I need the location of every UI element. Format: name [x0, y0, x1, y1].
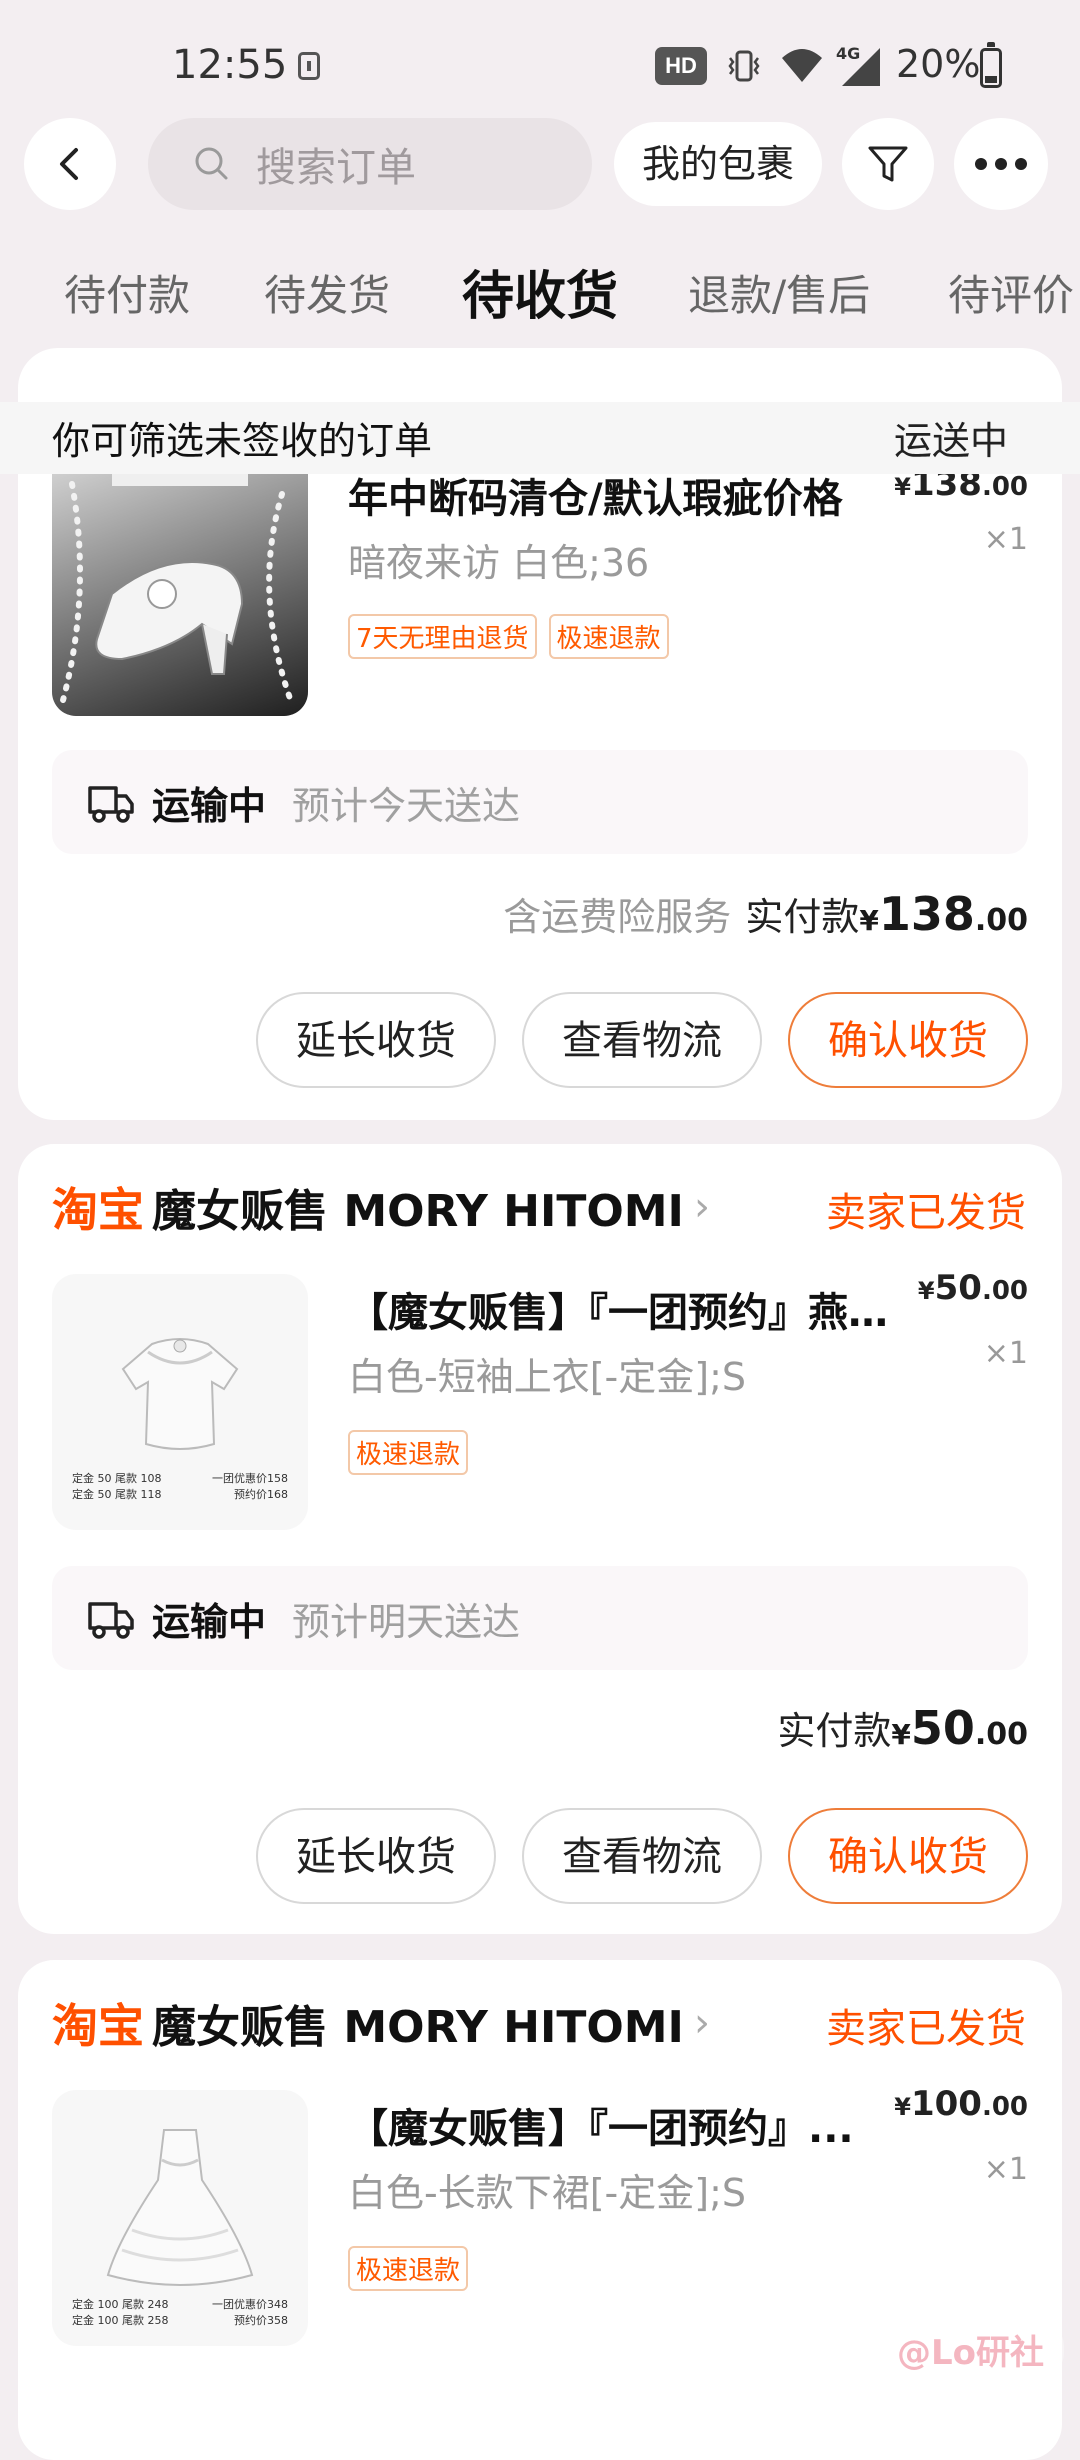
- shop-name: 魔女贩售 MORY HITOMI: [152, 2002, 684, 2053]
- hd-badge: HD: [655, 47, 707, 85]
- service-tags: 极速退款: [348, 2246, 469, 2291]
- network-type: 4G: [836, 44, 861, 63]
- paid-amount: 50: [910, 1701, 975, 1755]
- back-arrow-icon: [60, 148, 78, 180]
- service-tags: 极速退款: [348, 1430, 469, 1475]
- product-title[interactable]: 【魔女贩售】『一团预约』燕...: [348, 1280, 888, 1338]
- product-spec: 暗夜来访 白色;36: [348, 541, 650, 585]
- taobao-logo: 淘宝: [52, 1183, 144, 1237]
- shipping-status: 运输中: [152, 1599, 267, 1644]
- product-thumbnail[interactable]: 定金 50 尾款 108 定金 50 尾款 118 一团优惠价158 预约价16…: [52, 1274, 308, 1530]
- tag-fast-refund: 极速退款: [548, 614, 669, 659]
- order-tabs: 待付款 待发货 待收货 退款/售后 待评价: [0, 262, 1080, 342]
- clock: 12:55: [172, 42, 288, 88]
- insurance-note: 含运费险服务: [503, 895, 732, 939]
- order-status: 卖家已发货: [826, 1190, 1026, 1236]
- order-actions: 延长收货 查看物流 确认收货: [256, 992, 1028, 1088]
- truck-icon: [88, 786, 134, 823]
- tab-pending-receipt[interactable]: 待收货: [462, 254, 618, 329]
- panel-top: [18, 348, 1062, 408]
- payment-row: 实付款 ¥ 50 .00: [777, 1701, 1028, 1755]
- confirm-receipt-button[interactable]: 确认收货: [788, 992, 1028, 1088]
- chevron-right-icon: ›: [693, 1184, 710, 1230]
- shipping-eta: 预计今天送达: [292, 783, 521, 828]
- my-packages-button[interactable]: 我的包裹: [614, 122, 822, 206]
- product-title[interactable]: 年中断码清仓/默认瑕疵价格: [348, 466, 868, 524]
- product-price: ¥100.00: [894, 2084, 1028, 2124]
- shop-header[interactable]: 淘宝 魔女贩售 MORY HITOMI ›: [52, 1988, 710, 2058]
- search-input[interactable]: 搜索订单: [148, 118, 592, 210]
- search-icon: [195, 147, 228, 180]
- more-dots-icon: [975, 158, 1027, 170]
- paid-label: 实付款: [777, 1709, 892, 1753]
- tab-pending-review[interactable]: 待评价: [948, 262, 1074, 323]
- order-card: 淘宝 魔女贩售 MORY HITOMI › 卖家已发货 定金 50 尾款 108…: [18, 1144, 1062, 1934]
- tab-refund-aftersales[interactable]: 退款/售后: [688, 262, 870, 323]
- search-placeholder: 搜索订单: [256, 145, 416, 191]
- in-transit-filter[interactable]: 运送中: [894, 410, 1008, 465]
- shipping-status-box[interactable]: 运输中 预计明天送达: [52, 1566, 1028, 1670]
- paid-amount: 138: [878, 887, 975, 941]
- order-actions: 延长收货 查看物流 确认收货: [256, 1808, 1028, 1904]
- filter-hint-bar: 你可筛选未签收的订单 运送中: [0, 402, 1080, 474]
- product-title[interactable]: 【魔女贩售】『一团预约』...: [348, 2096, 868, 2154]
- shipping-eta: 预计明天送达: [292, 1599, 521, 1644]
- payment-row: 含运费险服务 实付款 ¥ 138 .00: [503, 887, 1028, 941]
- extend-receipt-button[interactable]: 延长收货: [256, 1808, 496, 1904]
- tab-pending-shipment[interactable]: 待发货: [264, 262, 390, 323]
- battery-percent: 20%: [896, 42, 981, 86]
- product-quantity: ×1: [983, 1336, 1028, 1371]
- product-quantity: ×1: [983, 522, 1028, 557]
- service-tags: 7天无理由退货 极速退款: [348, 614, 669, 659]
- shop-header[interactable]: 淘宝 魔女贩售 MORY HITOMI ›: [52, 1172, 710, 1242]
- back-button[interactable]: [24, 118, 116, 210]
- order-status: 卖家已发货: [826, 2006, 1026, 2052]
- filter-hint-text: 你可筛选未签收的订单: [52, 419, 433, 463]
- confirm-receipt-button[interactable]: 确认收货: [788, 1808, 1028, 1904]
- product-thumbnail[interactable]: [52, 474, 308, 716]
- filter-icon: [868, 146, 908, 182]
- extend-receipt-button[interactable]: 延长收货: [256, 992, 496, 1088]
- shop-name: 魔女贩售 MORY HITOMI: [152, 1186, 684, 1237]
- truck-icon: [88, 1602, 134, 1639]
- product-quantity: ×1: [983, 2152, 1028, 2187]
- view-logistics-button[interactable]: 查看物流: [522, 992, 762, 1088]
- tag-fast-refund: 极速退款: [348, 1430, 469, 1475]
- battery-icon: [980, 42, 1002, 88]
- shoe-image: [59, 474, 295, 707]
- tag-fast-refund: 极速退款: [348, 2246, 469, 2291]
- product-price: ¥50.00: [917, 1268, 1028, 1308]
- order-card: 淘宝 魔女贩售 MORY HITOMI › 卖家已发货 定金 100 尾款 24…: [18, 1960, 1062, 2460]
- filter-button[interactable]: [842, 118, 934, 210]
- product-thumbnail[interactable]: 定金 100 尾款 248 定金 100 尾款 258 一团优惠价348 预约价…: [52, 2090, 308, 2346]
- tab-pending-payment[interactable]: 待付款: [64, 262, 190, 323]
- watermark: @Lo研社: [876, 2317, 1064, 2382]
- tag-7day-return: 7天无理由退货: [348, 614, 537, 659]
- paid-label: 实付款: [745, 895, 860, 939]
- shipping-status: 运输中: [152, 783, 267, 828]
- chevron-right-icon: ›: [693, 2000, 710, 2046]
- order-card: 年中断码清仓/默认瑕疵价格 ¥138.00 ×1 暗夜来访 白色;36 7天无理…: [18, 464, 1062, 1120]
- vibrate-icon: [728, 50, 760, 82]
- view-logistics-button[interactable]: 查看物流: [522, 1808, 762, 1904]
- wifi-icon: [782, 49, 822, 82]
- product-spec: 白色-短袖上衣[-定金];S: [348, 1355, 746, 1399]
- product-spec: 白色-长款下裙[-定金];S: [348, 2171, 746, 2215]
- download-icon: [298, 52, 320, 80]
- taobao-logo: 淘宝: [52, 1999, 144, 2053]
- more-button[interactable]: [954, 118, 1048, 210]
- status-bar: 12:55 HD 4G 20%: [0, 0, 1080, 130]
- shipping-status-box[interactable]: 运输中 预计今天送达: [52, 750, 1028, 854]
